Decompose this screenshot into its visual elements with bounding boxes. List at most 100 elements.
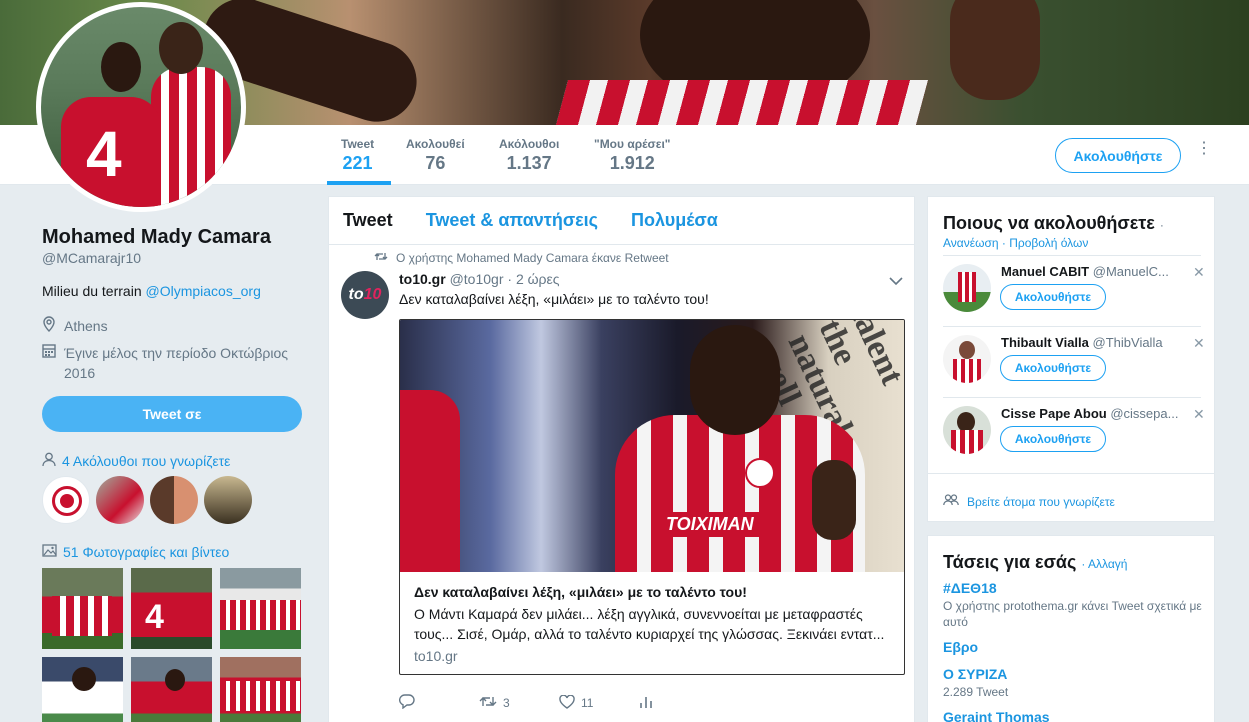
photo-thumbnail[interactable] <box>42 657 123 722</box>
close-icon[interactable]: ✕ <box>1193 335 1205 352</box>
profile-bio: Milieu du terrain @Olympiacos_org <box>42 283 261 299</box>
tweet-text: Δεν καταλαβαίνει λέξη, «μιλάει» με το τα… <box>399 291 709 307</box>
joined-text: Έγινε μέλος την περίοδο Οκτώβριος 2016 <box>64 345 288 381</box>
card-domain: to10.gr <box>414 648 458 664</box>
stat-followers[interactable]: Ακόλουθοι 1.137 <box>499 137 559 174</box>
avatar[interactable] <box>96 476 144 524</box>
close-icon[interactable]: ✕ <box>1193 406 1205 423</box>
stat-label: "Μου αρέσει" <box>594 137 671 151</box>
suggested-user: Thibault Vialla @ThibVialla ✕ Ακολουθήστ… <box>943 326 1205 397</box>
avatar[interactable] <box>204 476 252 524</box>
avatar[interactable] <box>150 476 198 524</box>
suggested-user-name[interactable]: Manuel CABIT <box>1001 264 1089 279</box>
people-icon <box>943 494 959 509</box>
trend-item[interactable]: #ΔΕΘ18 Ο χρήστης protothema.gr κάνει Twe… <box>943 580 1203 630</box>
profile-avatar[interactable]: 4 <box>36 2 246 212</box>
photo-thumbnail[interactable] <box>131 657 212 722</box>
close-icon[interactable]: ✕ <box>1193 264 1205 281</box>
bio-mention-link[interactable]: @Olympiacos_org <box>146 283 261 299</box>
suggested-user-handle[interactable]: @ManuelC... <box>1093 264 1169 279</box>
who-to-follow-links: Ανανέωση · Προβολή όλων <box>943 236 1089 250</box>
who-to-follow-title: Ποιους να ακολουθήσετε · <box>943 213 1164 233</box>
like-button[interactable]: 11 <box>559 694 639 712</box>
photos-videos-link[interactable]: 51 Φωτογραφίες και βίντεο <box>42 544 229 560</box>
trend-item[interactable]: Εβρο <box>943 639 1203 655</box>
stat-value: 76 <box>425 153 446 173</box>
stat-label: Tweet <box>341 137 375 151</box>
retweet-button[interactable]: 3 <box>479 694 559 712</box>
trend-name: Ο ΣΥΡΙΖΑ <box>943 666 1008 682</box>
trend-item[interactable]: Ο ΣΥΡΙΖΑ 2.289 Tweet <box>943 666 1203 700</box>
card-title: Δεν καταλαβαίνει λέξη, «μιλάει» με το τα… <box>414 584 747 600</box>
retweet-icon <box>374 251 388 265</box>
tweet-timestamp[interactable]: · 2 ώρες <box>507 271 559 287</box>
tab-tweets[interactable]: Tweet <box>343 210 393 231</box>
retweet-context-text[interactable]: Ο χρήστης Mohamed Mady Camara έκανε Retw… <box>396 251 669 265</box>
location-text: Athens <box>64 318 108 334</box>
photo-thumbnail[interactable]: 4 <box>131 568 212 649</box>
mutual-followers-text: 4 Ακόλουθοι που γνωρίζετε <box>62 453 231 469</box>
trend-name: #ΔΕΘ18 <box>943 580 997 596</box>
suggested-user-name[interactable]: Thibault Vialla <box>1001 335 1089 350</box>
trend-context: Ο χρήστης protothema.gr κάνει Tweet σχετ… <box>943 599 1202 629</box>
photo-thumbnail[interactable] <box>42 568 123 649</box>
stat-label: Ακολουθεί <box>406 137 465 151</box>
tweet-actions: 3 11 <box>399 694 719 712</box>
who-to-follow-module: Ποιους να ακολουθήσετε · Ανανέωση · Προβ… <box>927 196 1215 522</box>
stat-following[interactable]: Ακολουθεί 76 <box>406 137 465 174</box>
stat-tweets[interactable]: Tweet 221 <box>341 137 374 174</box>
timeline-tabs: Tweet Tweet & απαντήσεις Πολυμέσα <box>329 197 914 245</box>
refresh-link[interactable]: Ανανέωση <box>943 236 999 250</box>
media-count-text: 51 Φωτογραφίες και βίντεο <box>63 544 230 560</box>
profile-handle[interactable]: @MCamarajr10 <box>42 250 141 266</box>
photo-thumbnail[interactable] <box>220 568 301 649</box>
trends-title: Τάσεις για εσάς · Αλλαγή <box>943 552 1128 572</box>
trends-module: Τάσεις για εσάς · Αλλαγή #ΔΕΘ18 Ο χρήστη… <box>927 535 1215 722</box>
analytics-button[interactable] <box>639 694 719 712</box>
avatar[interactable] <box>943 264 991 312</box>
avatar[interactable] <box>943 406 991 454</box>
suggested-user-name[interactable]: Cisse Pape Abou <box>1001 406 1107 421</box>
trends-change-link[interactable]: Αλλαγή <box>1088 557 1127 571</box>
tweet-author-handle[interactable]: @to10gr <box>450 271 504 287</box>
card-image: talent the natural well TOIXIMAN <box>400 320 904 572</box>
follow-user-button[interactable]: Ακολουθήστε <box>1000 284 1106 310</box>
trend-context: 2.289 Tweet <box>943 685 1009 699</box>
profile-joined: Έγινε μέλος την περίοδο Οκτώβριος 2016 <box>42 343 302 383</box>
follow-user-button[interactable]: Ακολουθήστε <box>1000 355 1106 381</box>
find-people-link[interactable]: Βρείτε άτομα που γνωρίζετε <box>943 494 1115 509</box>
mutual-followers-link[interactable]: 4 Ακόλουθοι που γνωρίζετε <box>42 452 230 470</box>
view-all-link[interactable]: Προβολή όλων <box>1009 236 1088 250</box>
tweet-author-name[interactable]: to10.gr <box>399 271 446 287</box>
bio-text: Milieu du terrain <box>42 283 142 299</box>
photo-thumbnail[interactable] <box>220 657 301 722</box>
avatar[interactable] <box>943 335 991 383</box>
tweet-to-button[interactable]: Tweet σε <box>42 396 302 432</box>
stat-likes[interactable]: "Μου αρέσει" 1.912 <box>594 137 670 174</box>
card-image-sponsor: TOIXIMAN <box>660 512 760 537</box>
retweet-context: Ο χρήστης Mohamed Mady Camara έκανε Retw… <box>374 251 669 265</box>
profile-name[interactable]: Mohamed Mady Camara <box>42 226 271 249</box>
active-tab-underline <box>327 181 391 185</box>
trend-item[interactable]: Geraint Thomas <box>943 709 1203 722</box>
tab-tweets-replies[interactable]: Tweet & απαντήσεις <box>426 210 598 231</box>
location-pin-icon <box>42 316 64 336</box>
find-people-text: Βρείτε άτομα που γνωρίζετε <box>967 494 1115 509</box>
suggested-user-handle[interactable]: @cissepa... <box>1110 406 1178 421</box>
reply-button[interactable] <box>399 694 479 712</box>
tab-media[interactable]: Πολυμέσα <box>631 210 718 231</box>
link-card[interactable]: talent the natural well TOIXIMAN Δεν κατ… <box>399 319 905 675</box>
follow-user-button[interactable]: Ακολουθήστε <box>1000 426 1106 452</box>
chevron-down-icon[interactable] <box>889 273 903 289</box>
suggested-user-handle[interactable]: @ThibVialla <box>1093 335 1163 350</box>
follow-button[interactable]: Ακολουθήστε <box>1055 138 1181 173</box>
person-icon <box>42 452 56 470</box>
retweet-icon <box>479 695 497 711</box>
profile-location: Athens <box>42 316 108 336</box>
avatar[interactable] <box>42 476 90 524</box>
reply-icon <box>399 694 415 712</box>
tweet-author-avatar[interactable]: to10 <box>341 271 389 319</box>
timeline: Tweet Tweet & απαντήσεις Πολυμέσα Ο χρήσ… <box>328 196 915 722</box>
more-options-icon[interactable]: ⋮ <box>1196 141 1212 166</box>
stat-value: 221 <box>342 153 373 173</box>
